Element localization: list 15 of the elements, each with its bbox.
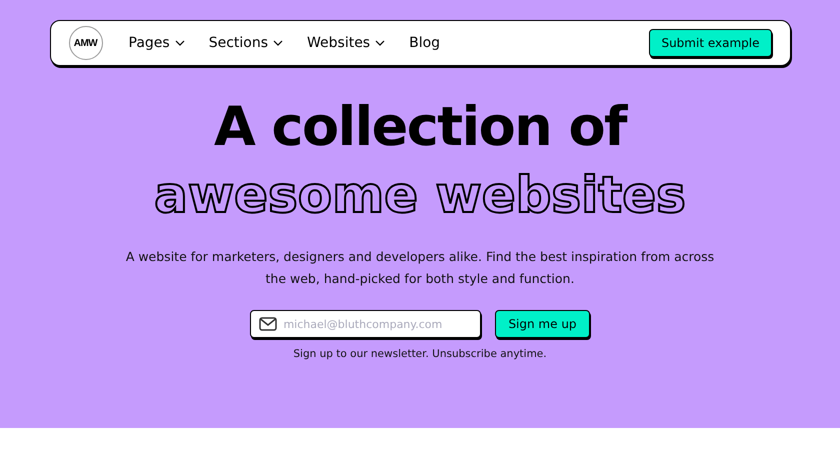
chevron-down-icon: [273, 40, 283, 46]
headline-outlined: awesome websites: [154, 165, 686, 226]
dropdown-menu-link[interactable]: Sections: [208, 35, 283, 51]
chevron-down-icon: [174, 40, 185, 46]
description: A website for marketers, designers and developers alike. Find the best inspiration from across the web, hand-picked for both style and function.: [124, 248, 716, 288]
sign-up-button[interactable]: Sign me up: [495, 310, 590, 338]
nav-link[interactable]: Blog: [409, 35, 440, 51]
newsletter-note: Sign up to our newsletter. Unsubscribe anytime.: [293, 348, 547, 360]
logo[interactable]: AMW: [68, 26, 102, 60]
chevron-down-icon: [375, 40, 386, 46]
headline: A collection of: [214, 94, 626, 160]
submit-example-button[interactable]: Submit example: [649, 29, 772, 57]
dropdown-menu-link[interactable]: Websites: [307, 35, 386, 51]
dropdown-menu-link[interactable]: Pages: [128, 35, 185, 51]
email-field[interactable]: michael@bluthcompany.com: [250, 310, 482, 338]
